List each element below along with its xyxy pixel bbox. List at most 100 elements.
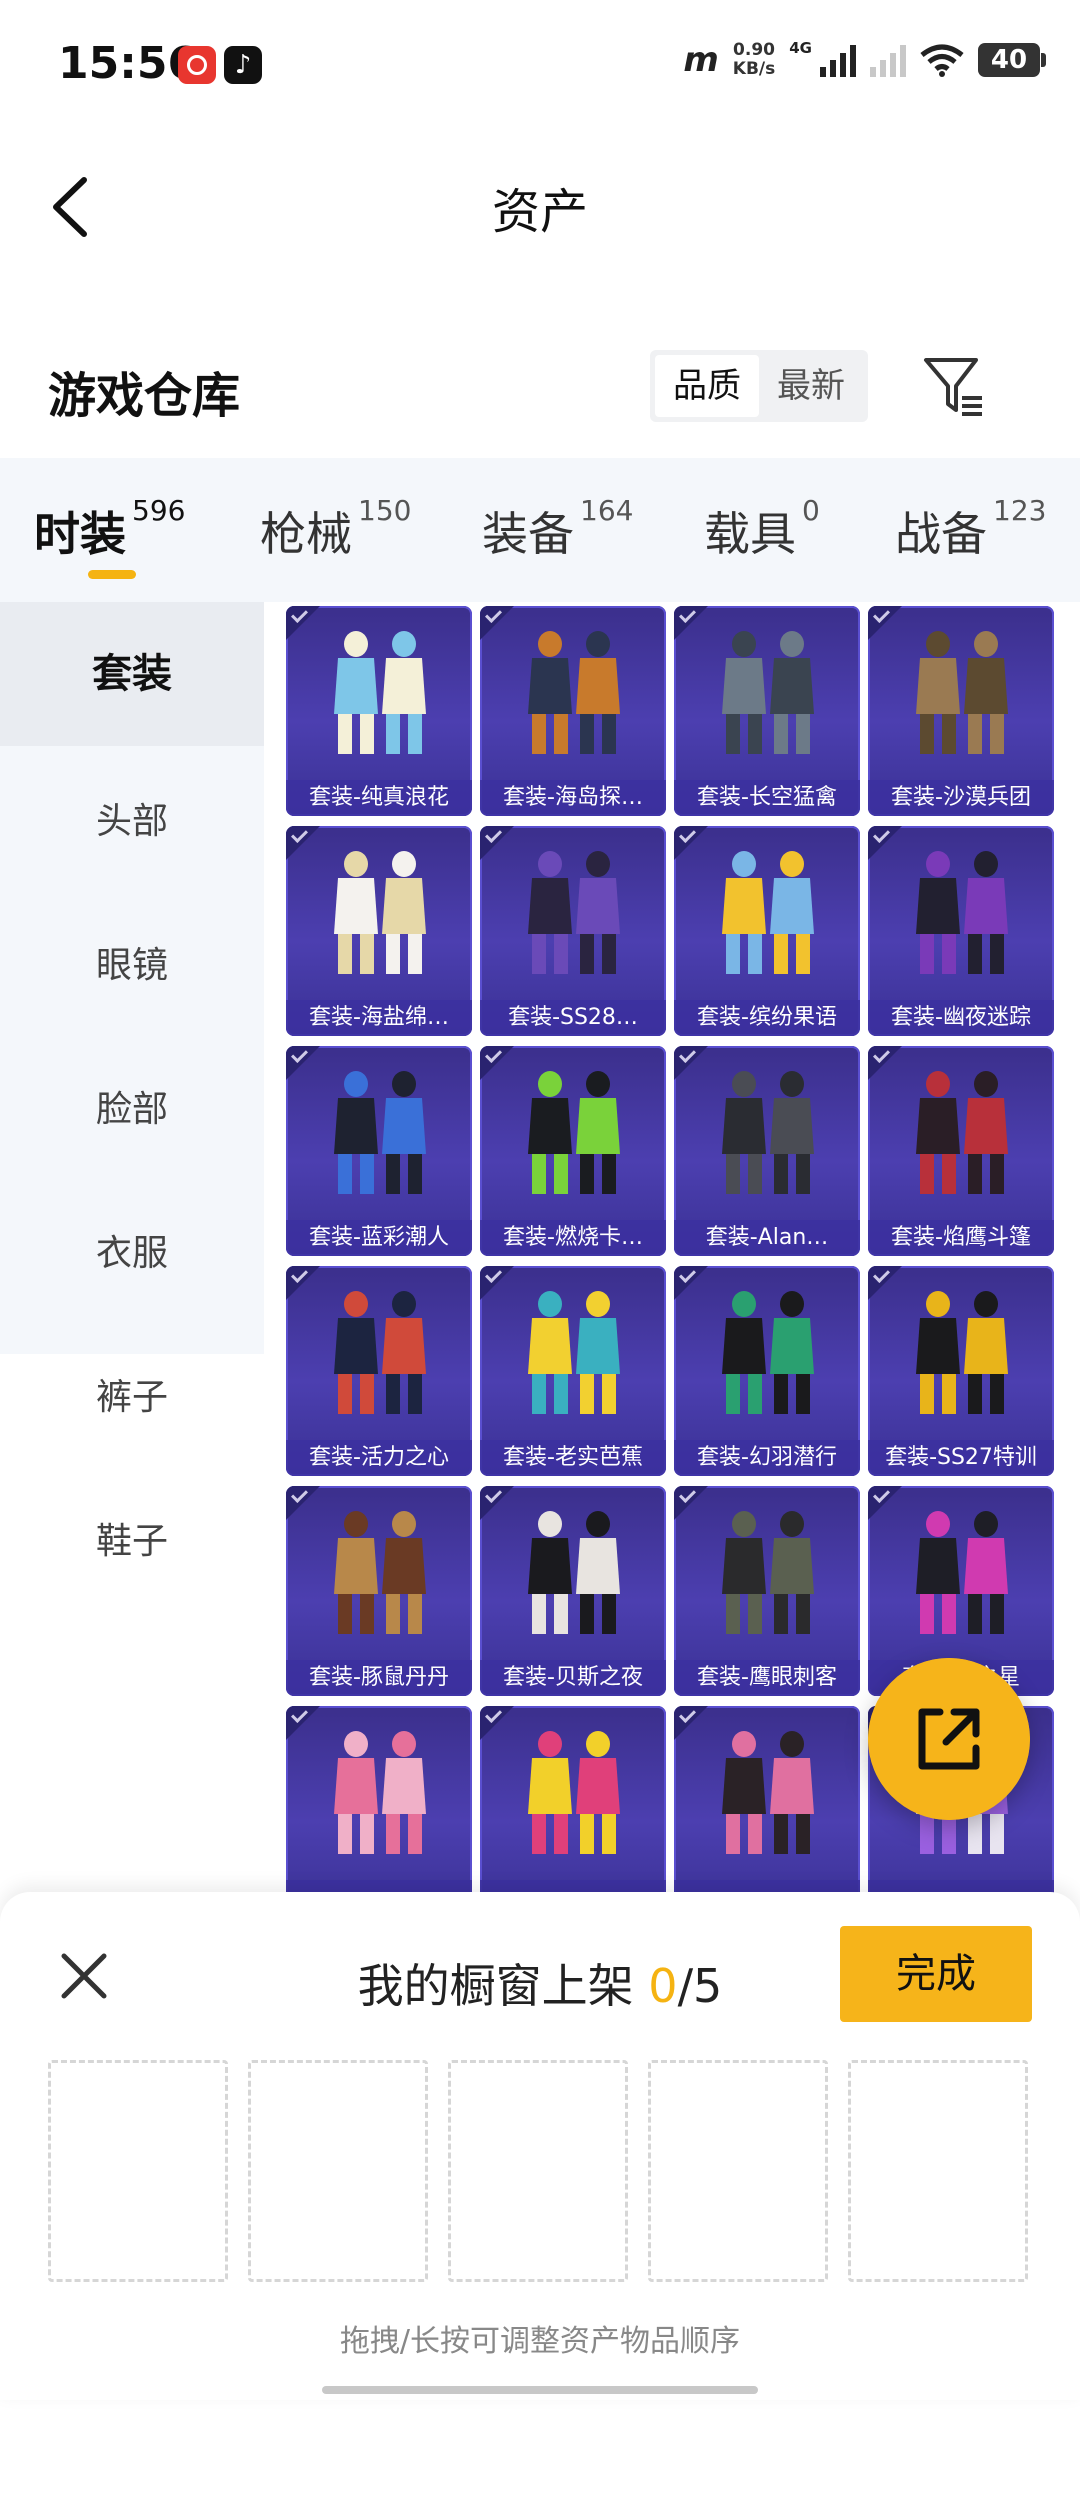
sidebar-item-head[interactable]: 头部	[0, 750, 264, 894]
page-title: 资产	[491, 184, 588, 240]
sidebar-item-glasses[interactable]: 眼镜	[0, 894, 264, 1038]
sort-quality-button[interactable]: 品质	[655, 355, 759, 417]
outfit-image	[722, 1291, 814, 1414]
check-icon	[286, 1706, 320, 1740]
tab-supplies[interactable]: 战备 123	[895, 494, 1046, 564]
outfit-image	[334, 1731, 426, 1854]
outfit-image	[334, 1071, 426, 1194]
showcase-slot[interactable]	[848, 2060, 1028, 2282]
item-label: 套装-SS27特训	[868, 1440, 1054, 1476]
item-card[interactable]: 套装-幻羽潜行	[674, 1266, 860, 1476]
item-card[interactable]: 套装-活力之心	[286, 1266, 472, 1476]
home-indicator	[322, 2386, 758, 2394]
showcase-slot[interactable]	[248, 2060, 428, 2282]
tab-guns[interactable]: 枪械 150	[260, 494, 411, 564]
outfit-image	[722, 631, 814, 754]
sort-latest-button[interactable]: 最新	[759, 355, 863, 417]
check-icon	[674, 1046, 708, 1080]
sidebar-item-pants[interactable]: 裤子	[0, 1326, 264, 1470]
check-icon	[674, 1706, 708, 1740]
check-icon	[286, 606, 320, 640]
sort-toggle: 品质 最新	[650, 350, 868, 422]
tab-fashion[interactable]: 时装 596	[34, 494, 185, 564]
check-icon	[480, 1266, 514, 1300]
showcase-slot[interactable]	[648, 2060, 828, 2282]
active-tab-indicator	[88, 570, 136, 579]
outfit-image	[722, 1731, 814, 1854]
item-label: 套装-沙漠兵团	[868, 780, 1054, 816]
item-label: 套装-缤纷果语	[674, 1000, 860, 1036]
outfit-image	[334, 1511, 426, 1634]
item-card[interactable]: 套装-长空猛禽	[674, 606, 860, 816]
item-label: 套装-幻羽潜行	[674, 1440, 860, 1476]
check-icon	[868, 826, 902, 860]
outfit-image	[528, 1511, 620, 1634]
showcase-slot[interactable]	[48, 2060, 228, 2282]
filter-icon[interactable]	[920, 352, 990, 422]
item-card[interactable]: 套装-老实芭蕉	[480, 1266, 666, 1476]
check-icon	[286, 1486, 320, 1520]
sidebar-item-suits[interactable]: 套装	[0, 602, 264, 746]
check-icon	[480, 606, 514, 640]
item-card[interactable]: 套装-蓝彩潮人	[286, 1046, 472, 1256]
item-label: 套装-Alan…	[674, 1220, 860, 1256]
check-icon	[674, 606, 708, 640]
check-icon	[674, 1486, 708, 1520]
showcase-slot[interactable]	[448, 2060, 628, 2282]
sidebar-item-shoes[interactable]: 鞋子	[0, 1470, 264, 1614]
item-card[interactable]: 套装-SS27特训	[868, 1266, 1054, 1476]
check-icon	[674, 1266, 708, 1300]
sidebar-item-face[interactable]: 脸部	[0, 1038, 264, 1182]
item-card[interactable]: 套装-鹰眼刺客	[674, 1486, 860, 1696]
tab-equipment[interactable]: 装备 164	[482, 494, 633, 564]
wifi-icon	[920, 44, 964, 77]
outfit-image	[528, 631, 620, 754]
signal-2-icon	[870, 43, 906, 77]
outfit-image	[334, 631, 426, 754]
tab-vehicles[interactable]: 载具 0	[704, 494, 820, 564]
outfit-image	[334, 851, 426, 974]
item-label: 套装-老实芭蕉	[480, 1440, 666, 1476]
item-card[interactable]: 套装-SS28…	[480, 826, 666, 1036]
outfit-image	[528, 1291, 620, 1414]
item-card[interactable]	[674, 1706, 860, 1916]
network-speed: 0.90 KB/s	[732, 40, 776, 79]
drag-hint: 拖拽/长按可调整资产物品顺序	[339, 2324, 741, 2359]
item-card[interactable]	[286, 1706, 472, 1916]
item-card[interactable]: 套装-纯真浪花	[286, 606, 472, 816]
item-label: 套装-燃烧卡…	[480, 1220, 666, 1256]
item-label: 套装-豚鼠丹丹	[286, 1660, 472, 1696]
item-card[interactable]: 套装-沙漠兵团	[868, 606, 1054, 816]
check-icon	[286, 1046, 320, 1080]
item-card[interactable]: 套装-贝斯之夜	[480, 1486, 666, 1696]
item-card[interactable]	[480, 1706, 666, 1916]
item-label: 套装-幽夜迷踪	[868, 1000, 1054, 1036]
share-button[interactable]	[868, 1658, 1030, 1820]
status-bar: 15:56 ♪ m 0.90 KB/s 4G 40	[0, 0, 1080, 130]
tiktok-icon: ♪	[224, 46, 262, 84]
item-card[interactable]: 套装-焰鹰斗篷	[868, 1046, 1054, 1256]
sidebar-item-clothes[interactable]: 衣服	[0, 1182, 264, 1326]
item-card[interactable]: 套装-海岛探…	[480, 606, 666, 816]
outfit-image	[528, 1071, 620, 1194]
item-label: 套装-鹰眼刺客	[674, 1660, 860, 1696]
item-label: 套装-长空猛禽	[674, 780, 860, 816]
check-icon	[480, 1486, 514, 1520]
check-icon	[286, 826, 320, 860]
item-card[interactable]: 套装-燃烧卡…	[480, 1046, 666, 1256]
signal-icon	[820, 43, 856, 77]
netease-music-icon	[178, 46, 216, 84]
item-card[interactable]: 套装-海盐绵…	[286, 826, 472, 1036]
outfit-image	[722, 1071, 814, 1194]
item-card[interactable]: 套装-Alan…	[674, 1046, 860, 1256]
outfit-image	[528, 851, 620, 974]
outfit-image	[916, 1511, 1008, 1634]
item-card[interactable]: 套装-豚鼠丹丹	[286, 1486, 472, 1696]
check-icon	[868, 1486, 902, 1520]
outfit-image	[334, 1291, 426, 1414]
item-card[interactable]: 套装-幽夜迷踪	[868, 826, 1054, 1036]
item-card[interactable]: 套装-缤纷果语	[674, 826, 860, 1036]
outfit-image	[916, 631, 1008, 754]
network-type: 4G	[789, 39, 812, 57]
done-button[interactable]: 完成	[840, 1926, 1032, 2022]
